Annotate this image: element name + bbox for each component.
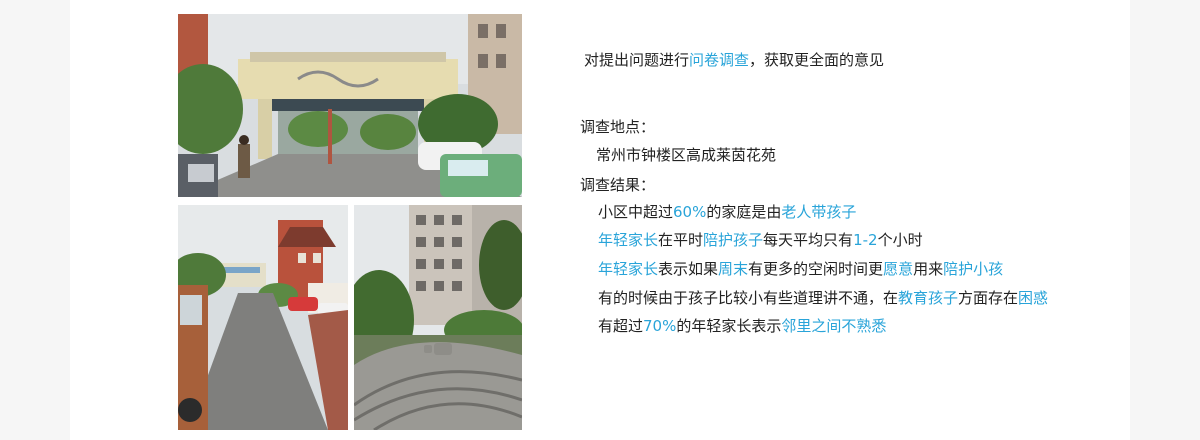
- result-highlight: 老人带孩子: [781, 203, 857, 221]
- result-line-5: 有超过70%的年轻家长表示邻里之间不熟悉: [598, 319, 886, 334]
- survey-location-value: 常州市钟楼区高成莱茵花苑: [596, 146, 777, 164]
- result-highlight: 年轻家长: [598, 260, 659, 278]
- result-text: 的年轻家长表示: [676, 317, 782, 335]
- result-text: 有更多的空闲时间更: [748, 260, 884, 278]
- result-text: 个小时: [877, 231, 923, 249]
- result-text: 小区中超过: [598, 203, 674, 221]
- result-text: 用来: [913, 260, 944, 278]
- community-street-photo: [178, 205, 348, 430]
- right-margin-panel: [1130, 0, 1200, 440]
- intro-text: 对提出问题进行: [584, 51, 690, 69]
- survey-intro: 对提出问题进行问卷调查，获取更全面的意见: [584, 53, 884, 68]
- result-highlight: 年轻家长: [598, 231, 659, 249]
- result-text: 在平时: [658, 231, 704, 249]
- result-text: 的家庭是由: [706, 203, 782, 221]
- survey-location-label: 调查地点：: [580, 118, 656, 136]
- result-highlight: 陪护小孩: [943, 260, 1004, 278]
- result-highlight: 陪护孩子: [703, 231, 764, 249]
- result-line-3: 年轻家长表示如果周末有更多的空闲时间更愿意用来陪护小孩: [598, 262, 1003, 277]
- result-text: 有的时候由于孩子比较小有些道理讲不通，在: [598, 289, 899, 307]
- community-gate-photo: [178, 14, 522, 197]
- survey-results-label: 调查结果：: [580, 176, 656, 194]
- result-highlight: 70%: [643, 317, 677, 335]
- result-text: 表示如果: [658, 260, 719, 278]
- result-highlight: 1-2: [853, 231, 878, 249]
- result-highlight: 教育孩子: [898, 289, 959, 307]
- result-line-1: 小区中超过60%的家庭是由老人带孩子: [598, 205, 856, 220]
- result-line-4: 有的时候由于孩子比较小有些道理讲不通，在教育孩子方面存在困惑: [598, 291, 1048, 306]
- result-highlight: 愿意: [883, 260, 914, 278]
- result-text: 有超过: [598, 317, 644, 335]
- result-text: 每天平均只有: [763, 231, 854, 249]
- result-highlight: 邻里之间不熟悉: [781, 317, 887, 335]
- intro-highlight: 问卷调查: [689, 51, 750, 69]
- intro-suffix: ，获取更全面的意见: [749, 51, 885, 69]
- result-text: 方面存在: [958, 289, 1019, 307]
- left-margin-panel: [0, 0, 70, 440]
- result-line-2: 年轻家长在平时陪护孩子每天平均只有1-2个小时: [598, 233, 923, 248]
- community-plaza-photo: [354, 205, 522, 430]
- result-highlight: 60%: [673, 203, 707, 221]
- result-highlight: 周末: [718, 260, 749, 278]
- result-highlight: 困惑: [1018, 289, 1049, 307]
